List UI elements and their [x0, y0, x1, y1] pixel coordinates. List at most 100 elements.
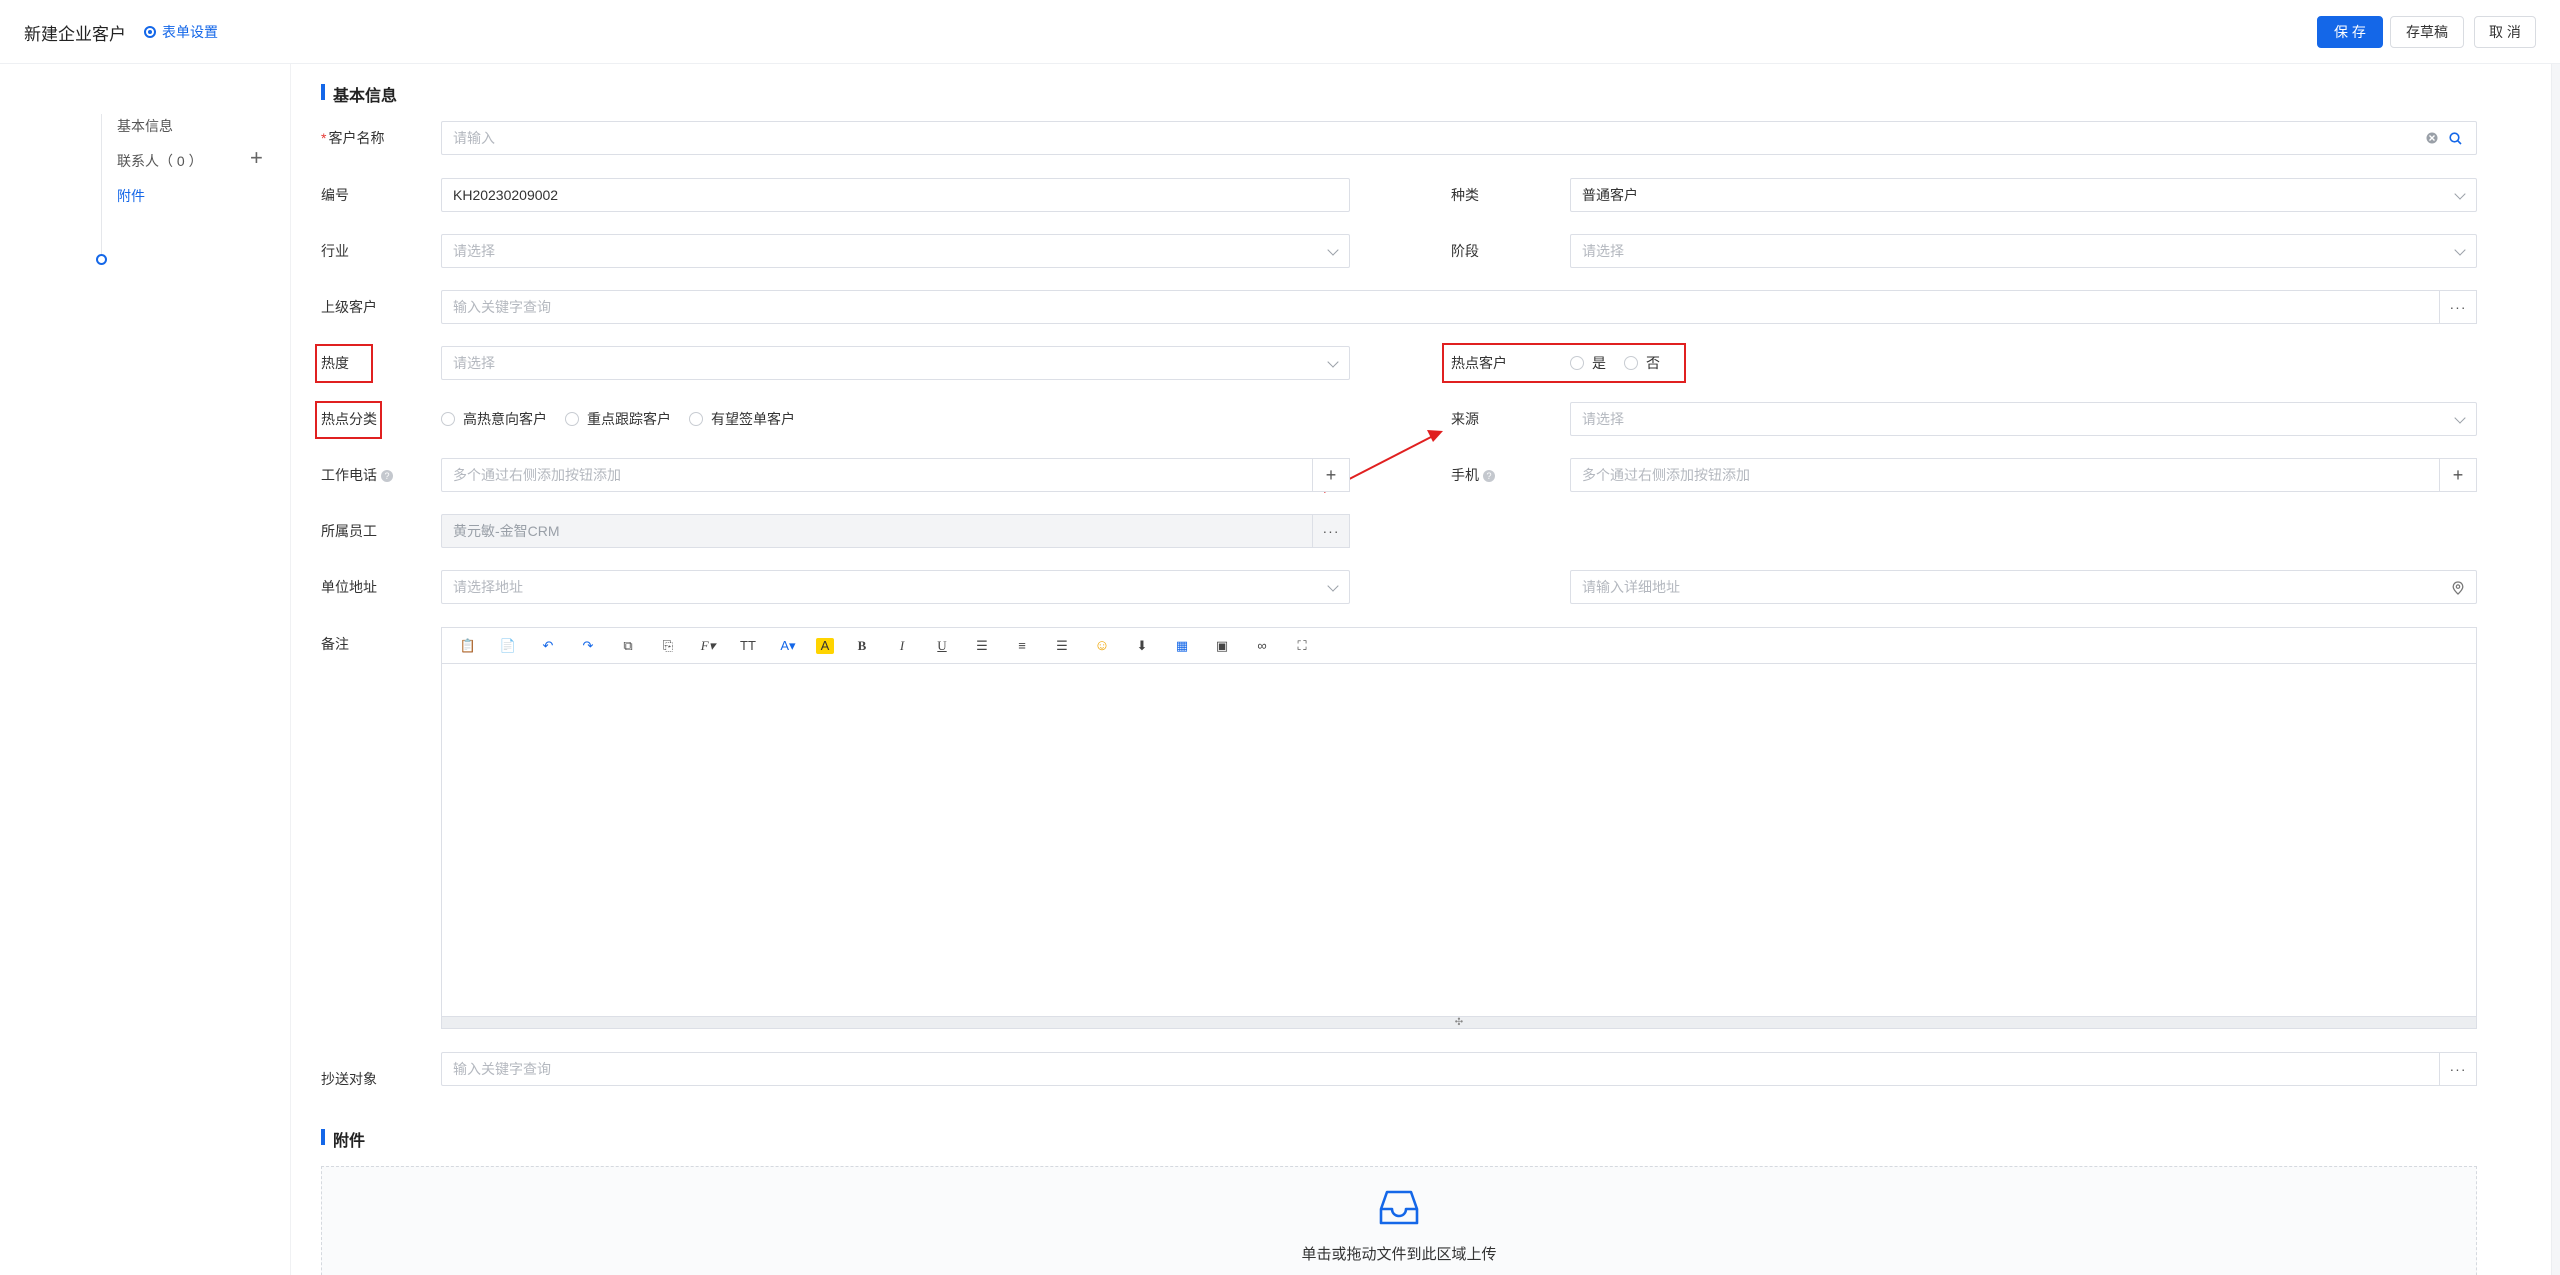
work-phone-input[interactable]: 多个通过右侧添加按钮添加 +: [441, 458, 1350, 492]
form-settings-label: 表单设置: [162, 24, 218, 40]
radio-circle: [1624, 356, 1638, 370]
hot-category-label: 热点分类: [321, 411, 377, 427]
number-label: 编号: [321, 187, 349, 203]
copy-format-icon[interactable]: ⧉: [616, 635, 640, 657]
staff-input: 黄元敏-金智CRM ···: [441, 514, 1350, 548]
align-right-icon[interactable]: ☰: [1050, 635, 1074, 657]
help-icon[interactable]: ?: [1483, 470, 1495, 483]
mobile-input[interactable]: 多个通过右侧添加按钮添加 +: [1570, 458, 2477, 492]
location-pin-icon[interactable]: [2452, 581, 2464, 595]
inbox-icon: [1379, 1190, 1419, 1225]
page-header: 新建企业客户 表单设置 保 存 存草稿 取 消: [0, 0, 2560, 64]
redo-icon[interactable]: ↷: [576, 635, 600, 657]
required-mark: *: [321, 130, 327, 146]
chevron-down-icon: [2454, 244, 2466, 256]
address-label: 单位地址: [321, 579, 377, 595]
address-select[interactable]: 请选择地址: [441, 570, 1350, 604]
hot-category-likely-deal-radio[interactable]: 有望签单客户: [689, 409, 795, 429]
anchor-rail: [101, 114, 102, 264]
customer-name-input[interactable]: 请输入: [441, 121, 2477, 155]
industry-select[interactable]: 请选择: [441, 234, 1350, 268]
align-center-icon[interactable]: ≡: [1010, 635, 1034, 657]
paste-format-icon[interactable]: ⎘: [656, 635, 680, 657]
parent-customer-more-button[interactable]: ···: [2439, 290, 2477, 324]
address-detail-input[interactable]: 请输入详细地址: [1570, 570, 2477, 604]
cc-more-button[interactable]: ···: [2439, 1052, 2477, 1086]
upload-hint: 单击或拖动文件到此区域上传: [1301, 1246, 1497, 1263]
hot-customer-no-radio[interactable]: 否: [1624, 353, 1660, 373]
hot-category-key-tracking-radio[interactable]: 重点跟踪客户: [565, 409, 671, 429]
staff-label: 所属员工: [321, 523, 377, 539]
anchor-nav: 基本信息 联系人（ 0 ） + 附件: [0, 64, 290, 1275]
cc-input[interactable]: 输入关键字查询 ···: [441, 1052, 2477, 1086]
heat-select[interactable]: 请选择: [441, 346, 1350, 380]
radio-circle: [441, 412, 455, 426]
page-scrollbar[interactable]: [2551, 64, 2560, 1275]
paste-icon[interactable]: 📋: [456, 635, 480, 657]
save-draft-button[interactable]: 存草稿: [2390, 16, 2464, 48]
save-button[interactable]: 保 存: [2317, 16, 2383, 48]
stage-select[interactable]: 请选择: [1570, 234, 2477, 268]
page-title: 新建企业客户: [24, 25, 126, 44]
image-icon[interactable]: ▣: [1210, 635, 1234, 657]
underline-icon[interactable]: U: [930, 635, 954, 657]
fullscreen-icon[interactable]: ⛶: [1290, 635, 1314, 657]
customer-name-label: * 客户名称: [321, 130, 385, 146]
kind-label: 种类: [1451, 187, 1479, 203]
stage-label: 阶段: [1451, 243, 1479, 259]
nav-item-contacts[interactable]: 联系人（ 0 ）: [117, 151, 203, 171]
help-icon[interactable]: ?: [381, 470, 393, 483]
emoji-icon[interactable]: ☺: [1090, 635, 1114, 657]
hot-category-high-intent-radio[interactable]: 高热意向客户: [441, 409, 547, 429]
hot-customer-label: 热点客户: [1451, 355, 1507, 371]
gear-icon: [144, 26, 156, 38]
insert-row-icon[interactable]: ⬇: [1130, 635, 1154, 657]
chevron-down-icon: [1327, 580, 1339, 592]
editor-resize-handle[interactable]: ✣: [442, 1016, 2476, 1028]
radio-circle: [689, 412, 703, 426]
parent-customer-input[interactable]: 输入关键字查询 ···: [441, 290, 2477, 324]
nav-item-basic-info[interactable]: 基本信息: [117, 116, 173, 136]
italic-icon[interactable]: I: [890, 635, 914, 657]
hot-customer-yes-radio[interactable]: 是: [1570, 353, 1606, 373]
hot-category-radio-group: 高热意向客户 重点跟踪客户 有望签单客户: [441, 409, 795, 429]
font-color-icon[interactable]: A▾: [776, 635, 800, 657]
bold-icon[interactable]: B: [850, 635, 874, 657]
chevron-down-icon: [2454, 188, 2466, 200]
number-input[interactable]: KH20230209002: [441, 178, 1350, 212]
radio-circle: [565, 412, 579, 426]
industry-label: 行业: [321, 243, 349, 259]
cc-label: 抄送对象: [321, 1071, 377, 1087]
radio-circle: [1570, 356, 1584, 370]
align-left-icon[interactable]: ☰: [970, 635, 994, 657]
clear-icon[interactable]: [2426, 132, 2438, 144]
search-icon[interactable]: [2449, 132, 2462, 145]
source-select[interactable]: 请选择: [1570, 402, 2477, 436]
chevron-down-icon: [1327, 244, 1339, 256]
highlight-icon[interactable]: A: [816, 637, 834, 654]
font-family-icon[interactable]: F▾: [696, 635, 720, 657]
kind-select[interactable]: 普通客户: [1570, 178, 2477, 212]
undo-icon[interactable]: ↶: [536, 635, 560, 657]
parent-customer-label: 上级客户: [321, 299, 377, 315]
form-settings-link[interactable]: 表单设置: [144, 22, 218, 42]
source-label: 来源: [1451, 411, 1479, 427]
nav-item-attachment[interactable]: 附件: [117, 186, 145, 206]
section-title-attachment: 附件: [321, 1127, 365, 1151]
section-title-basic: 基本信息: [321, 82, 397, 106]
paste-text-icon[interactable]: 📄: [496, 635, 520, 657]
add-contact-icon[interactable]: +: [250, 147, 263, 169]
editor-toolbar: 📋 📄 ↶ ↷ ⧉ ⎘ F▾ TT A▾ A B I U ☰ ≡ ☰ ☺ ⬇ ▦…: [442, 628, 2476, 664]
editor-content-area[interactable]: [442, 664, 2476, 1016]
add-mobile-button[interactable]: +: [2439, 458, 2477, 492]
table-icon[interactable]: ▦: [1170, 635, 1194, 657]
font-size-icon[interactable]: TT: [736, 635, 760, 657]
add-work-phone-button[interactable]: +: [1312, 458, 1350, 492]
cancel-button[interactable]: 取 消: [2474, 16, 2536, 48]
remark-label: 备注: [321, 636, 349, 652]
link-icon[interactable]: ∞: [1250, 635, 1274, 657]
chevron-down-icon: [2454, 412, 2466, 424]
upload-dropzone[interactable]: 单击或拖动文件到此区域上传: [321, 1166, 2477, 1275]
hot-customer-radio-group: 是 否: [1570, 353, 1660, 373]
active-anchor-dot-icon: [96, 254, 107, 265]
